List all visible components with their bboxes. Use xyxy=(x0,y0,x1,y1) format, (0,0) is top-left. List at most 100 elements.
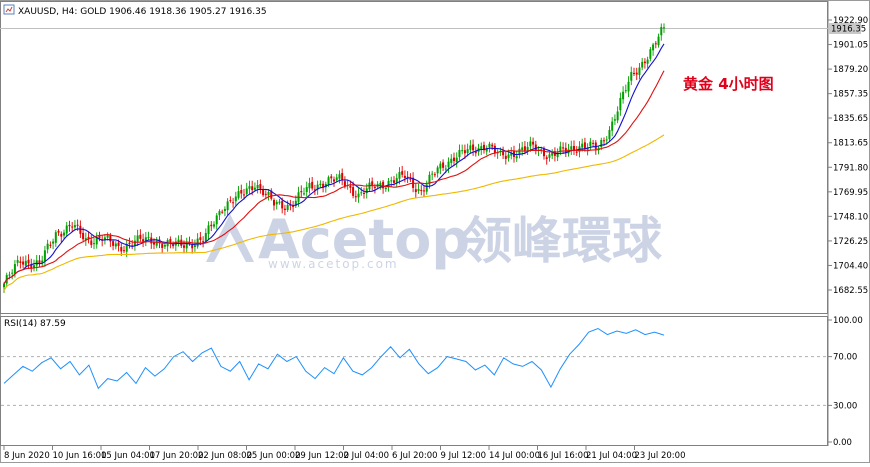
candle-body xyxy=(68,224,71,227)
candle-body xyxy=(401,171,404,175)
candle-body xyxy=(379,182,382,186)
candle-body xyxy=(466,149,469,153)
candle-body xyxy=(11,272,14,274)
candle-body xyxy=(384,187,387,190)
candle-body xyxy=(515,156,518,159)
candle-body xyxy=(603,140,605,142)
candle-body xyxy=(630,72,633,81)
candle-body xyxy=(60,233,63,237)
candle-body xyxy=(423,190,425,192)
candle-body xyxy=(624,90,627,92)
candle-body xyxy=(57,230,60,233)
candle-body xyxy=(643,61,646,64)
candle-body xyxy=(275,201,278,205)
candle-body xyxy=(133,240,136,246)
time-tick-label: 22 Jun 08:00 xyxy=(198,451,252,461)
candle-body xyxy=(112,241,115,246)
price-tick-label: 1791.80 xyxy=(833,163,868,173)
candle-body xyxy=(303,193,305,195)
candle-body xyxy=(286,204,289,211)
time-tick-label: 8 Jun 2020 xyxy=(4,451,50,461)
candle-body xyxy=(117,242,120,246)
candle-body xyxy=(390,180,393,182)
candle-body xyxy=(619,97,622,111)
candle-body xyxy=(142,239,145,242)
candle-body xyxy=(114,243,117,247)
time-tick-label: 9 Jul 12:00 xyxy=(441,451,487,461)
candle-body xyxy=(444,168,447,170)
candle-body xyxy=(360,192,363,194)
candle-body xyxy=(420,189,423,192)
candle-body xyxy=(417,189,420,191)
candle-body xyxy=(73,225,76,228)
candle-body xyxy=(232,202,235,204)
candle-body xyxy=(425,184,428,192)
candle-body xyxy=(3,283,5,288)
candle-body xyxy=(433,174,436,176)
watermark-brand-cn: 领峰環球 xyxy=(462,212,663,270)
candle-body xyxy=(395,178,398,183)
candle-body xyxy=(109,235,112,242)
candle-body xyxy=(507,154,510,159)
time-tick-label: 14 Jul 00:00 xyxy=(489,451,540,461)
candle-body xyxy=(16,260,19,263)
candle-body xyxy=(641,61,644,68)
time-tick-label: 10 Jun 16:00 xyxy=(53,451,107,461)
candle-body xyxy=(627,81,630,92)
price-tick-label: 1857.35 xyxy=(833,90,868,100)
candle-body xyxy=(654,43,657,45)
price-tick-label: 1879.20 xyxy=(833,65,868,75)
candle-body xyxy=(163,245,166,247)
candle-body xyxy=(338,174,341,179)
candle-body xyxy=(139,234,142,239)
candle-body xyxy=(330,176,333,179)
candle-body xyxy=(180,239,183,246)
time-tick-label: 23 Jul 20:00 xyxy=(635,451,686,461)
candle-body xyxy=(635,72,638,75)
current-price-badge: 1916.35 xyxy=(829,23,866,35)
candle-body xyxy=(453,157,455,162)
candle-body xyxy=(106,235,109,238)
candle-body xyxy=(393,180,395,183)
price-tick-label: 1813.65 xyxy=(833,139,868,149)
candle-body xyxy=(204,233,207,242)
candle-body xyxy=(237,191,240,198)
candle-body xyxy=(136,235,139,242)
candle-body xyxy=(248,186,251,189)
candle-body xyxy=(210,224,213,227)
candle-body xyxy=(649,49,652,59)
candle-body xyxy=(24,260,27,266)
chart-header: XAUUSD, H4: GOLD 1906.46 1918.36 1905.27… xyxy=(3,4,267,17)
candle-body xyxy=(199,237,202,240)
candle-body xyxy=(46,243,49,250)
candle-body xyxy=(226,201,229,211)
candle-body xyxy=(283,208,286,211)
candle-body xyxy=(90,240,93,245)
candle-body xyxy=(202,241,205,243)
candle-body xyxy=(8,274,11,276)
candle-body xyxy=(335,177,338,181)
mt-chart-window: Acetop 领峰環球 www.acetop.com XAUUSD, H4: G… xyxy=(0,0,870,463)
candle-body xyxy=(431,173,434,175)
candle-body xyxy=(657,36,660,46)
candle-body xyxy=(155,240,158,246)
candle-body xyxy=(493,145,496,153)
candle-body xyxy=(409,178,412,180)
price-tick-label: 1704.40 xyxy=(833,261,868,271)
candle-body xyxy=(504,155,507,159)
watermark: Acetop 领峰環球 www.acetop.com xyxy=(206,208,663,271)
candle-body xyxy=(308,182,311,189)
candle-body xyxy=(213,224,215,227)
candle-body xyxy=(120,247,123,252)
candle-body xyxy=(343,181,346,187)
candle-body xyxy=(267,191,270,196)
candle-body xyxy=(589,141,592,146)
candle-body xyxy=(63,232,65,236)
candle-body xyxy=(611,121,614,131)
candle-body xyxy=(333,179,335,182)
candle-body xyxy=(305,187,308,192)
candle-body xyxy=(529,141,532,147)
rsi-title: RSI(14) 87.59 xyxy=(4,319,66,329)
candle-body xyxy=(403,175,406,179)
candle-body xyxy=(592,142,595,144)
